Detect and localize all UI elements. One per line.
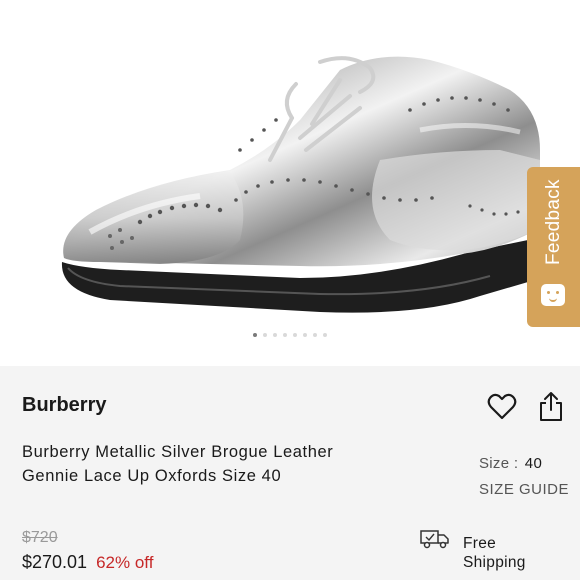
- product-info-panel: Burberry Burberry Metallic Silver Brogue…: [0, 366, 580, 580]
- discount-badge: 62% off: [96, 553, 154, 572]
- carousel-dot[interactable]: [263, 333, 267, 337]
- size-label: Size :: [479, 455, 519, 472]
- shipping-label: Free Shipping: [463, 535, 526, 571]
- original-price: $720: [22, 529, 58, 546]
- price-row: $270.01 62% off: [22, 552, 153, 573]
- size-value: 40: [524, 455, 543, 472]
- size-info: Size : 40: [479, 455, 542, 472]
- product-image[interactable]: [0, 0, 580, 366]
- current-price: $270.01: [22, 552, 88, 572]
- brand-name[interactable]: Burberry: [22, 394, 106, 417]
- share-icon[interactable]: [538, 390, 564, 422]
- truck-icon: [420, 529, 450, 549]
- carousel-dot[interactable]: [273, 333, 277, 337]
- carousel-dot[interactable]: [323, 333, 327, 337]
- product-title: Burberry Metallic Silver Brogue Leather …: [22, 443, 334, 485]
- smile-icon: [541, 284, 565, 306]
- carousel-dot[interactable]: [293, 333, 297, 337]
- carousel-indicator[interactable]: [0, 333, 580, 337]
- feedback-tab[interactable]: Feedback: [527, 167, 580, 327]
- heart-icon[interactable]: [487, 392, 517, 420]
- shoe-illustration: [61, 56, 540, 313]
- carousel-dot[interactable]: [313, 333, 317, 337]
- carousel-dot[interactable]: [303, 333, 307, 337]
- carousel-dot[interactable]: [253, 333, 257, 337]
- size-guide-link[interactable]: SIZE GUIDE: [479, 481, 569, 498]
- carousel-dot[interactable]: [283, 333, 287, 337]
